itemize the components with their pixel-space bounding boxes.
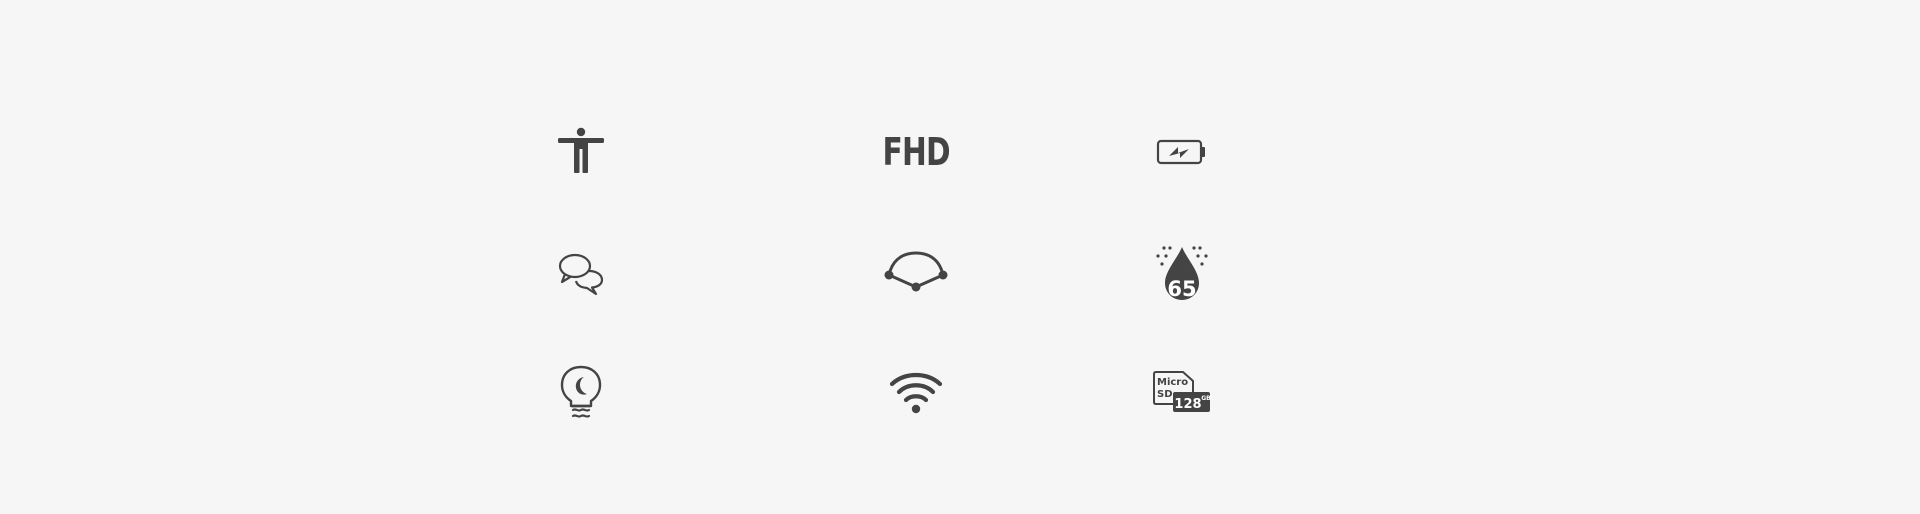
battery-charging-icon [1142,112,1222,192]
microsd-label-sd: SD [1157,389,1173,400]
night-light-bulb-icon [541,352,621,432]
microsd-capacity: 128 [1174,397,1201,412]
water-resistance-icon: 65 [1142,233,1222,313]
icon-grid: FHD 65 Micro SD 128 GB [0,0,1920,514]
chat-bubbles-icon [541,233,621,313]
hotspot-network-icon [876,233,956,313]
microsd-card-icon: Micro SD 128 GB [1142,352,1222,432]
microsd-unit: GB [1201,395,1211,402]
ip-rating-label: 65 [1167,277,1196,301]
fhd-icon: FHD [876,112,956,192]
accessibility-icon [541,112,621,192]
fhd-label: FHD [882,130,950,174]
wifi-icon [876,352,956,432]
microsd-label-micro: Micro [1157,377,1188,388]
